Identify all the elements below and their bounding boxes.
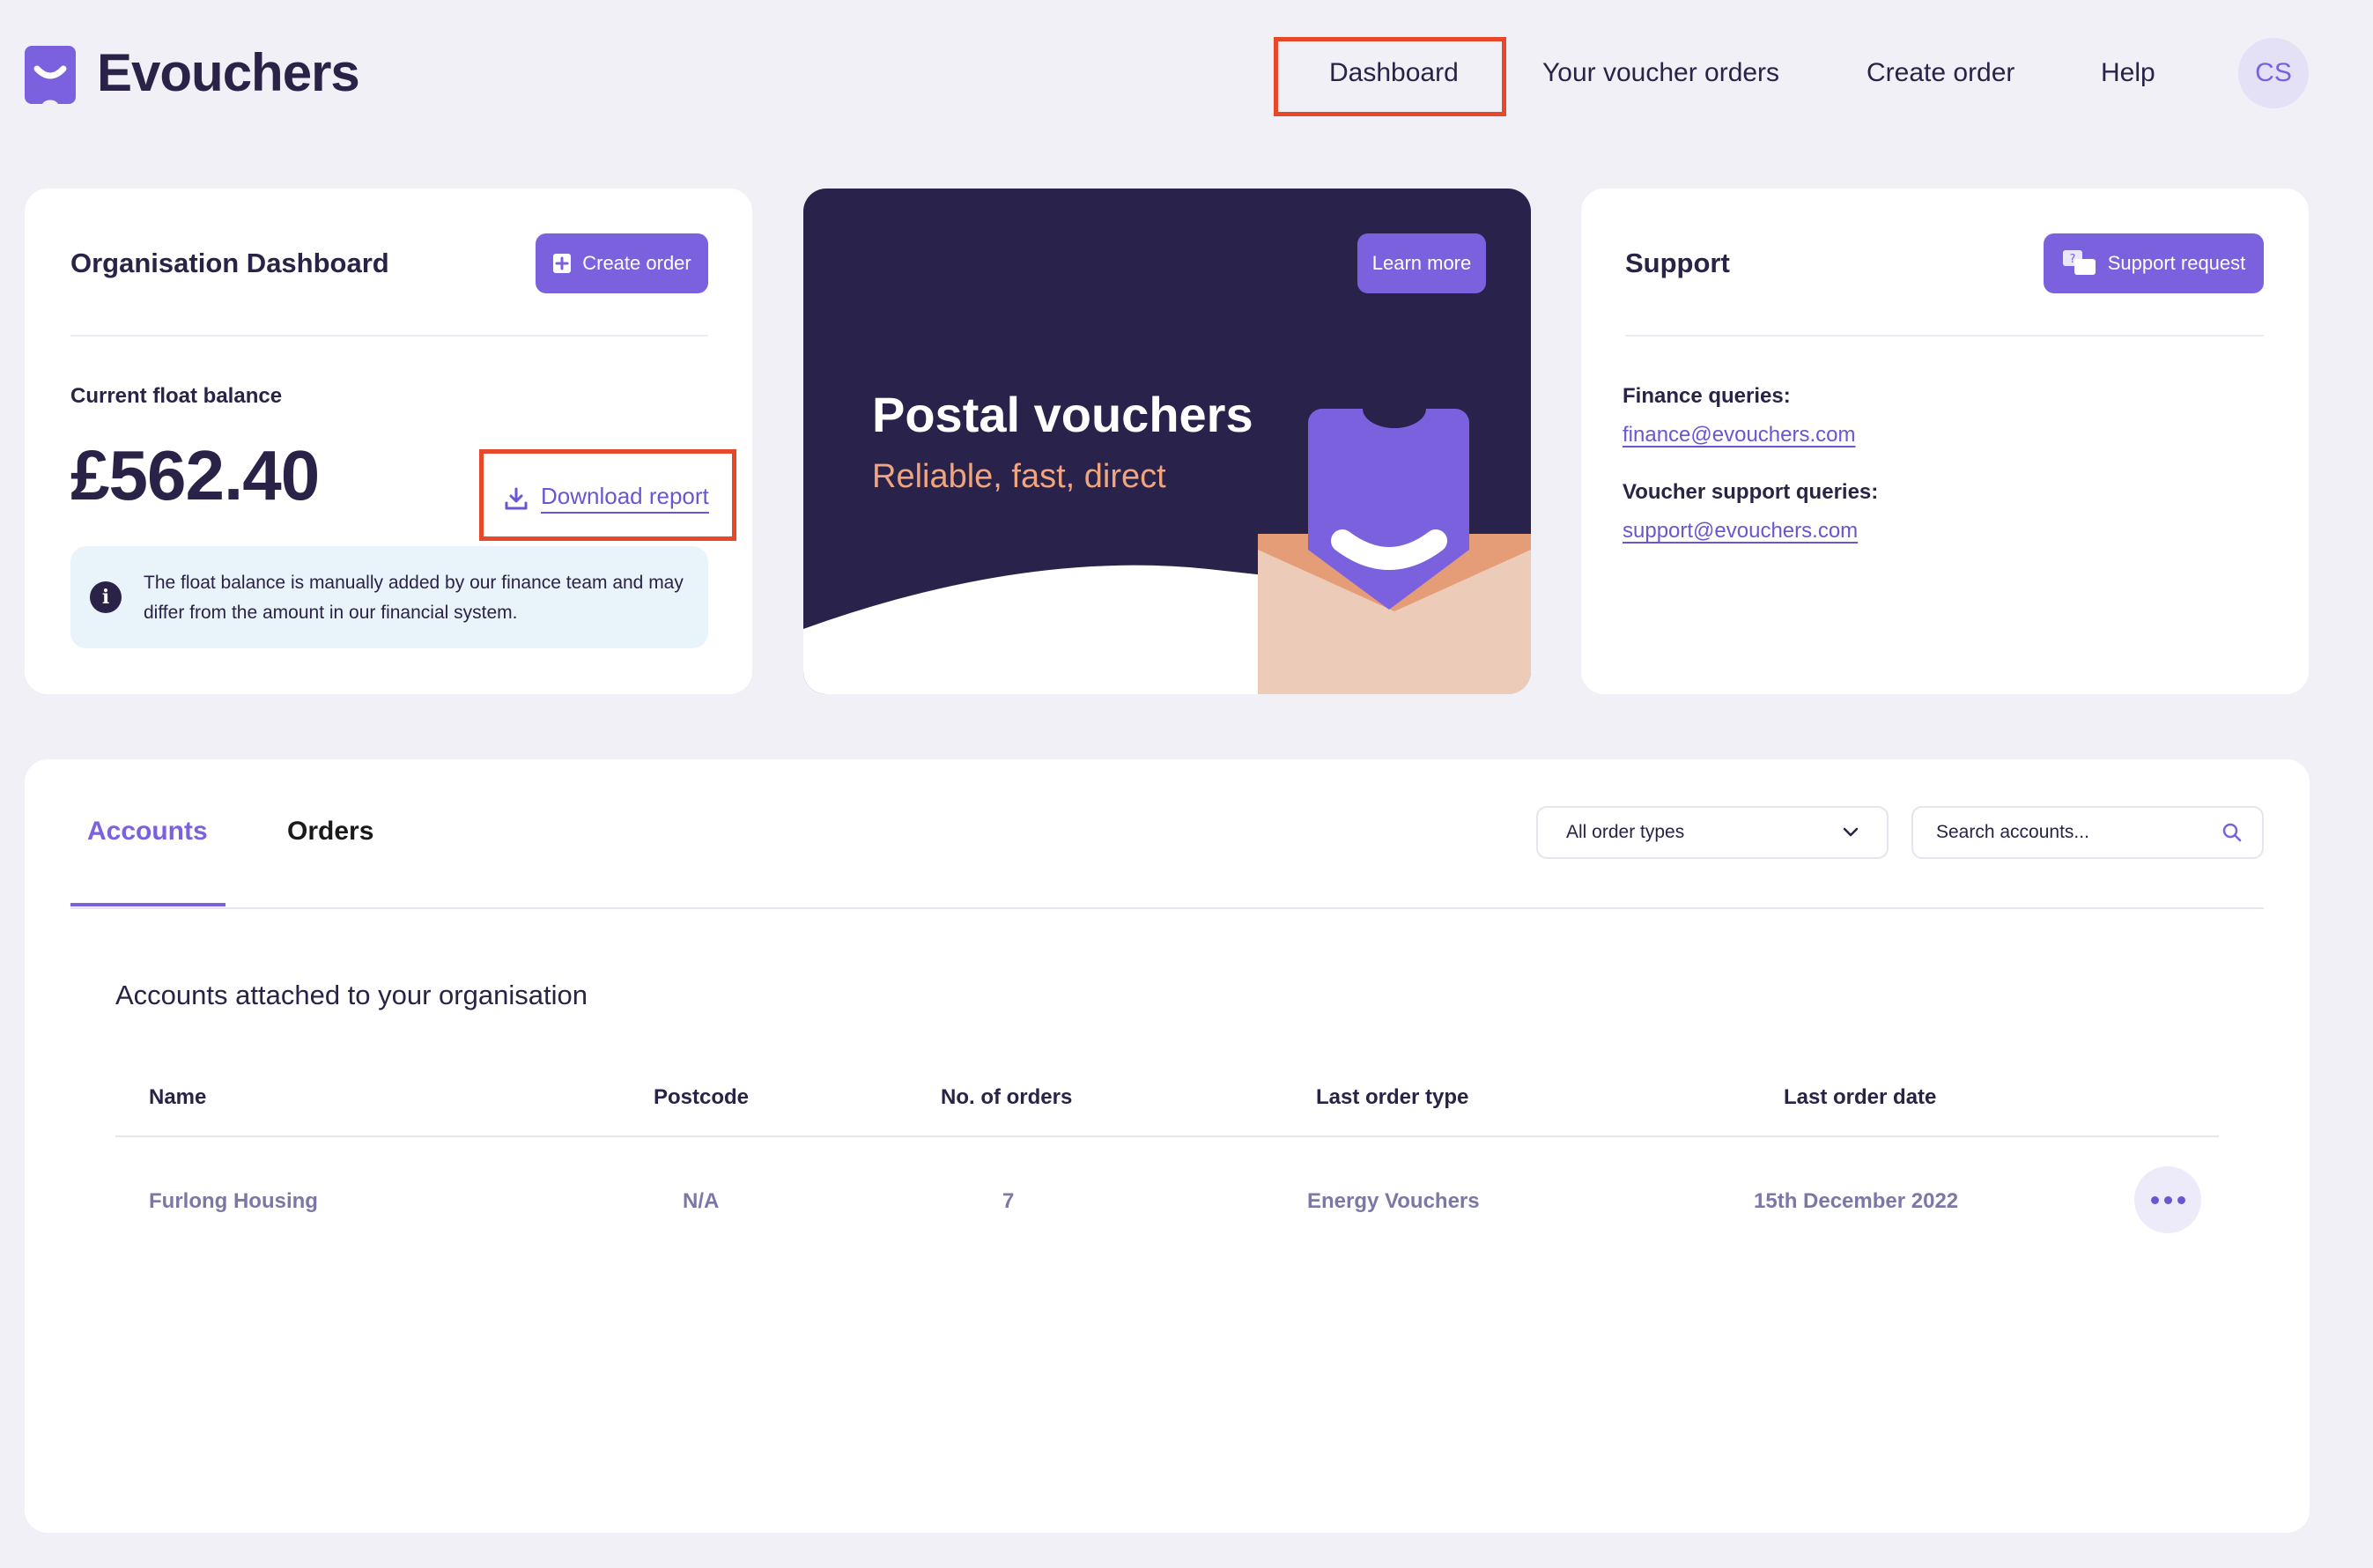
float-balance-label: Current float balance	[70, 384, 283, 408]
voucher-queries-label: Voucher support queries:	[1623, 480, 1879, 504]
accounts-panel	[25, 759, 2310, 1533]
finance-queries-label: Finance queries:	[1623, 384, 1791, 408]
tab-orders[interactable]: Orders	[287, 817, 373, 847]
search-accounts-input[interactable]	[1936, 822, 2200, 843]
download-report-highlight-box	[479, 449, 736, 541]
last-order-type-cell: Energy Vouchers	[1307, 1189, 1480, 1213]
more-dot	[2163, 1195, 2172, 1204]
support-title: Support	[1625, 248, 1730, 278]
column-header-last-order-date: Last order date	[1784, 1085, 1937, 1109]
tabs-divider	[70, 907, 2264, 909]
evouchers-logo-icon	[25, 46, 76, 104]
table-header-divider	[115, 1135, 2219, 1137]
postcode-cell: N/A	[683, 1189, 720, 1213]
account-name-cell[interactable]: Furlong Housing	[149, 1189, 318, 1214]
info-icon: i	[90, 581, 122, 613]
learn-more-button[interactable]: Learn more	[1357, 233, 1486, 293]
card-divider	[1625, 335, 2264, 337]
create-order-label: Create order	[582, 252, 691, 274]
tab-active-indicator	[70, 903, 225, 906]
column-header-last-order-type: Last order type	[1316, 1085, 1469, 1109]
chat-bubbles-icon: ?	[2062, 250, 2096, 275]
row-more-options-button[interactable]	[2134, 1166, 2201, 1233]
orders-count-cell: 7	[1002, 1189, 1015, 1213]
float-balance-info-text: The float balance is manually added by o…	[144, 573, 684, 623]
nav-your-voucher-orders[interactable]: Your voucher orders	[1542, 58, 1779, 88]
add-document-icon	[553, 254, 572, 273]
more-dot	[2177, 1195, 2185, 1204]
nav-create-order[interactable]: Create order	[1867, 58, 2014, 88]
dashboard-highlight-box	[1274, 37, 1506, 116]
organisation-dashboard-title: Organisation Dashboard	[70, 248, 389, 278]
column-header-postcode: Postcode	[654, 1085, 750, 1109]
column-header-orders: No. of orders	[941, 1085, 1073, 1109]
more-dots-icon	[2150, 1195, 2159, 1204]
support-request-button[interactable]: ? Support request	[2044, 233, 2264, 293]
support-email-link[interactable]: support@evouchers.com	[1623, 519, 1858, 544]
accounts-section-title: Accounts attached to your organisation	[115, 980, 588, 1010]
search-accounts-box	[1911, 806, 2264, 859]
create-order-button[interactable]: Create order	[536, 233, 708, 293]
card-divider	[70, 335, 708, 337]
brand-logo[interactable]	[25, 46, 76, 104]
order-type-select-value: All order types	[1566, 822, 1685, 842]
postal-vouchers-promo-card: Learn more Postal vouchers Reliable, fas…	[803, 189, 1531, 694]
learn-more-label: Learn more	[1371, 252, 1472, 274]
nav-help[interactable]: Help	[2101, 58, 2155, 88]
brand-name: Evouchers	[97, 43, 360, 102]
last-order-date-cell: 15th December 2022	[1754, 1189, 1959, 1213]
column-header-name: Name	[149, 1085, 207, 1109]
promo-subtitle: Reliable, fast, direct	[872, 458, 1166, 495]
support-request-label: Support request	[2107, 252, 2246, 274]
search-icon[interactable]	[2221, 822, 2243, 843]
chevron-down-icon	[1843, 827, 1859, 837]
order-type-select[interactable]: All order types	[1536, 806, 1889, 859]
finance-email-link[interactable]: finance@evouchers.com	[1623, 423, 1856, 447]
user-avatar[interactable]: CS	[2238, 38, 2309, 108]
float-balance-value: £562.40	[70, 436, 320, 514]
promo-title: Postal vouchers	[872, 387, 1253, 442]
tab-accounts[interactable]: Accounts	[87, 817, 208, 847]
